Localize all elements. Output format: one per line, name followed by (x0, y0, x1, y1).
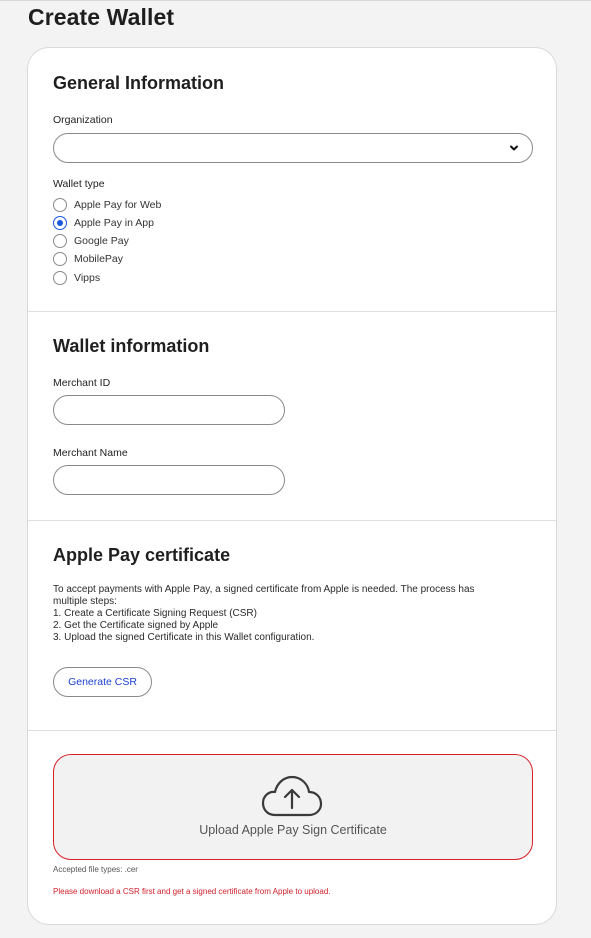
organization-label: Organization (53, 114, 113, 126)
radio-button-checked[interactable] (53, 216, 67, 230)
apple-pay-certificate-heading: Apple Pay certificate (53, 545, 231, 565)
radio-label: MobilePay (74, 253, 124, 265)
create-wallet-form: General Information Organization Wallet … (27, 47, 557, 925)
radio-label: Apple Pay in App (74, 217, 154, 229)
wallet-type-option-google-pay[interactable]: Google Pay (53, 233, 129, 249)
wallet-type-option-mobilepay[interactable]: MobilePay (53, 251, 123, 267)
instructions-step: 3. Upload the signed Certificate in this… (53, 632, 315, 643)
wallet-type-option-apple-pay-web[interactable]: Apple Pay for Web (53, 197, 161, 213)
wallet-type-option-apple-pay-app[interactable]: Apple Pay in App (53, 215, 154, 231)
certificate-upload-section: Upload Apple Pay Sign Certificate Accept… (28, 731, 556, 924)
radio-button[interactable] (53, 234, 67, 248)
wallet-type-label: Wallet type (53, 178, 105, 190)
instructions-line: multiple steps: (53, 596, 117, 607)
radio-button[interactable] (53, 198, 67, 212)
wallet-information-section: Wallet information Merchant ID Merchant … (28, 312, 556, 521)
generate-csr-button[interactable]: Generate CSR (53, 667, 152, 697)
radio-label: Vipps (74, 272, 101, 284)
chevron-down-icon (510, 145, 518, 151)
certificate-upload-dropzone[interactable]: Upload Apple Pay Sign Certificate (53, 754, 533, 860)
instructions-line: To accept payments with Apple Pay, a sig… (53, 584, 475, 595)
wallet-information-heading: Wallet information (53, 336, 210, 356)
certificate-instructions: To accept payments with Apple Pay, a sig… (53, 584, 538, 644)
instructions-step: 2. Get the Certificate signed by Apple (53, 620, 219, 631)
wallet-type-option-vipps[interactable]: Vipps (53, 270, 100, 286)
top-divider (0, 0, 591, 3)
apple-pay-certificate-section: Apple Pay certificate To accept payments… (28, 521, 556, 731)
radio-label: Apple Pay for Web (74, 199, 162, 211)
merchant-id-label: Merchant ID (53, 377, 111, 389)
upload-error-message: Please download a CSR first and get a si… (53, 887, 331, 896)
upload-label: Upload Apple Pay Sign Certificate (199, 823, 387, 837)
accepted-file-types: Accepted file types: .cer (53, 865, 138, 874)
general-information-section: General Information Organization Wallet … (28, 48, 556, 312)
organization-select[interactable] (53, 133, 533, 163)
radio-label: Google Pay (74, 235, 129, 247)
radio-button[interactable] (53, 252, 67, 266)
merchant-name-label: Merchant Name (53, 447, 128, 459)
general-information-heading: General Information (53, 73, 225, 93)
radio-button[interactable] (53, 271, 67, 285)
page-title: Create Wallet (28, 4, 175, 30)
cloud-upload-icon (261, 775, 323, 817)
merchant-name-input[interactable] (53, 465, 285, 495)
instructions-step: 1. Create a Certificate Signing Request … (53, 608, 257, 619)
merchant-id-input[interactable] (53, 395, 285, 425)
